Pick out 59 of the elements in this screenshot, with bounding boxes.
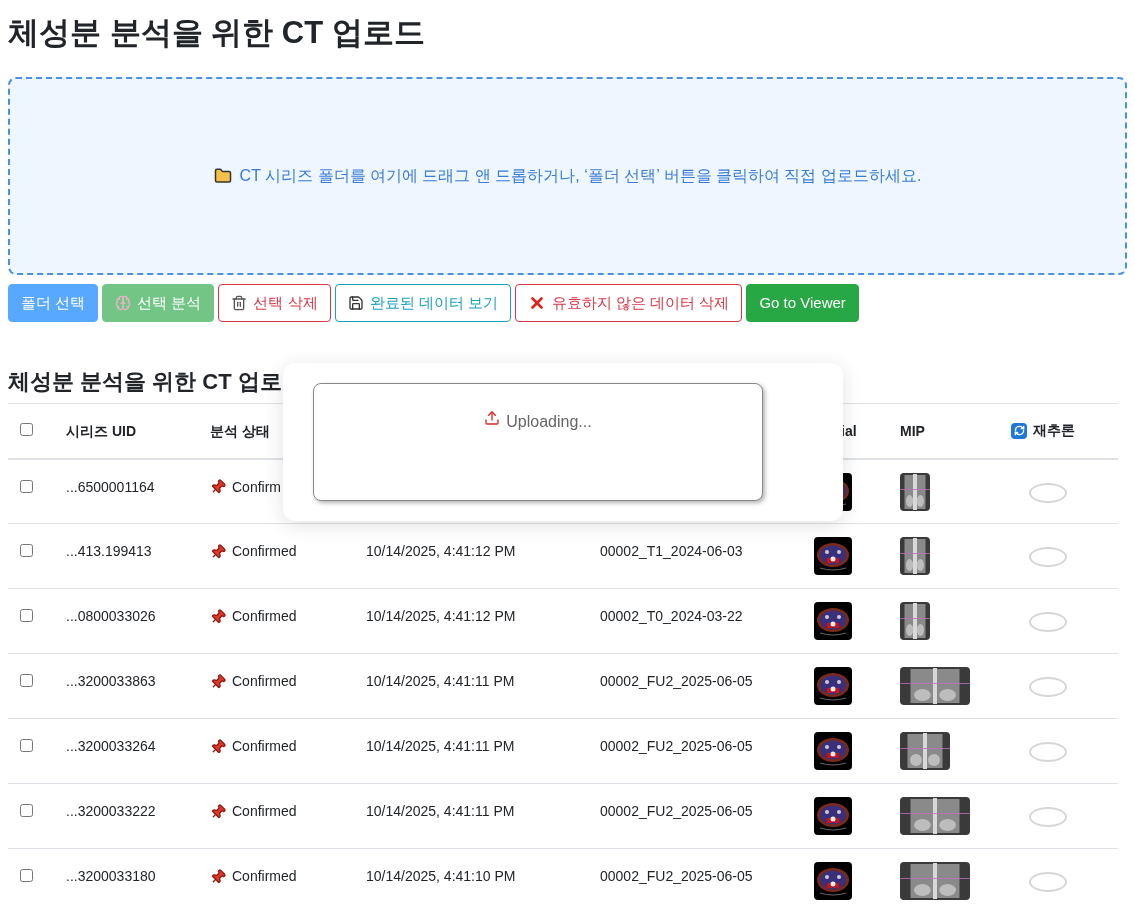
checkbox[interactable] (20, 674, 33, 688)
series-uid: ...6500001164 (66, 478, 155, 495)
trash-icon (231, 294, 248, 311)
date-time: 10/14/2025, 4:41:11 PM (366, 673, 515, 690)
action-button[interactable]: Go to Viewer (746, 283, 859, 322)
series-uid: ...413.199413 (66, 543, 152, 560)
uploading-text: Uploading... (506, 412, 592, 432)
checkbox[interactable] (20, 609, 33, 623)
status-text: Confirmed (232, 867, 297, 887)
status-text: Confirmed (232, 542, 297, 562)
status-text: Confirmed (232, 802, 297, 822)
drop-zone[interactable]: CT 시리즈 폴더를 여기에 드래그 앤 드롭하거나, ‘폴더 선택’ 버튼을 클릭하여 직접 업로드하세요. (8, 76, 1127, 275)
column-header: 분석 상태 (210, 422, 270, 439)
date-time: 10/14/2025, 4:41:12 PM (366, 543, 516, 560)
toggle-oval[interactable] (1029, 742, 1067, 763)
action-button[interactable]: 완료된 데이터 보기 (334, 283, 511, 322)
series-name: 00002_T1_2024-06-03 (600, 543, 743, 560)
series-name: 00002_FU2_2025-06-05 (600, 673, 753, 690)
column-header: 시리즈 UID (66, 422, 136, 439)
series-uid: ...3200033264 (66, 738, 156, 755)
series-name: 00002_FU2_2025-06-05 (600, 803, 753, 820)
refresh-icon (1011, 422, 1027, 439)
series-uid: ...0800033026 (66, 608, 156, 625)
status-text: Confirmed (232, 607, 297, 627)
status-text: Confirm (232, 477, 281, 497)
checkbox[interactable] (20, 739, 33, 753)
date-time: 10/14/2025, 4:41:10 PM (366, 868, 516, 885)
drop-zone-hint: CT 시리즈 폴더를 여기에 드래그 앤 드롭하거나, ‘폴더 선택’ 버튼을 클릭하여 직접 업로드하세요. (239, 165, 922, 186)
series-name: 00002_T0_2024-03-22 (600, 608, 743, 625)
status-text: Confirmed (232, 737, 297, 757)
series-name: 00002_FU2_2025-06-05 (600, 868, 753, 885)
page-title: 체성분 분석을 위한 CT 업로드 (8, 14, 426, 52)
checkbox[interactable] (20, 422, 33, 436)
series-uid: ...3200033180 (66, 868, 156, 885)
section-title: 체성분 분석을 위한 CT 업로 (8, 367, 283, 396)
toggle-oval[interactable] (1029, 482, 1067, 503)
column-header: 재추론 (1033, 421, 1075, 440)
action-button[interactable]: 유효하지 않은 데이터 삭제 (514, 283, 743, 322)
date-time: 10/14/2025, 4:41:11 PM (366, 803, 515, 820)
action-button[interactable]: 선택 삭제 (218, 283, 331, 322)
folder-icon (213, 166, 232, 185)
toggle-oval[interactable] (1029, 872, 1067, 893)
brain-icon (115, 294, 132, 311)
series-uid: ...3200033222 (66, 803, 156, 820)
toggle-oval[interactable] (1029, 677, 1067, 698)
toggle-oval[interactable] (1029, 612, 1067, 633)
series-name: 00002_FU2_2025-06-05 (600, 738, 753, 755)
checkbox[interactable] (20, 804, 33, 818)
upload-icon (484, 410, 501, 426)
toggle-oval[interactable] (1029, 547, 1067, 568)
status-text: Confirmed (232, 672, 297, 692)
checkbox[interactable] (20, 869, 33, 883)
date-time: 10/14/2025, 4:41:12 PM (366, 608, 516, 625)
column-header: MIP (900, 422, 925, 439)
toggle-oval[interactable] (1029, 807, 1067, 828)
date-time: 10/14/2025, 4:41:11 PM (366, 738, 515, 755)
checkbox[interactable] (20, 479, 33, 493)
series-uid: ...3200033863 (66, 673, 156, 690)
checkbox[interactable] (20, 544, 33, 558)
